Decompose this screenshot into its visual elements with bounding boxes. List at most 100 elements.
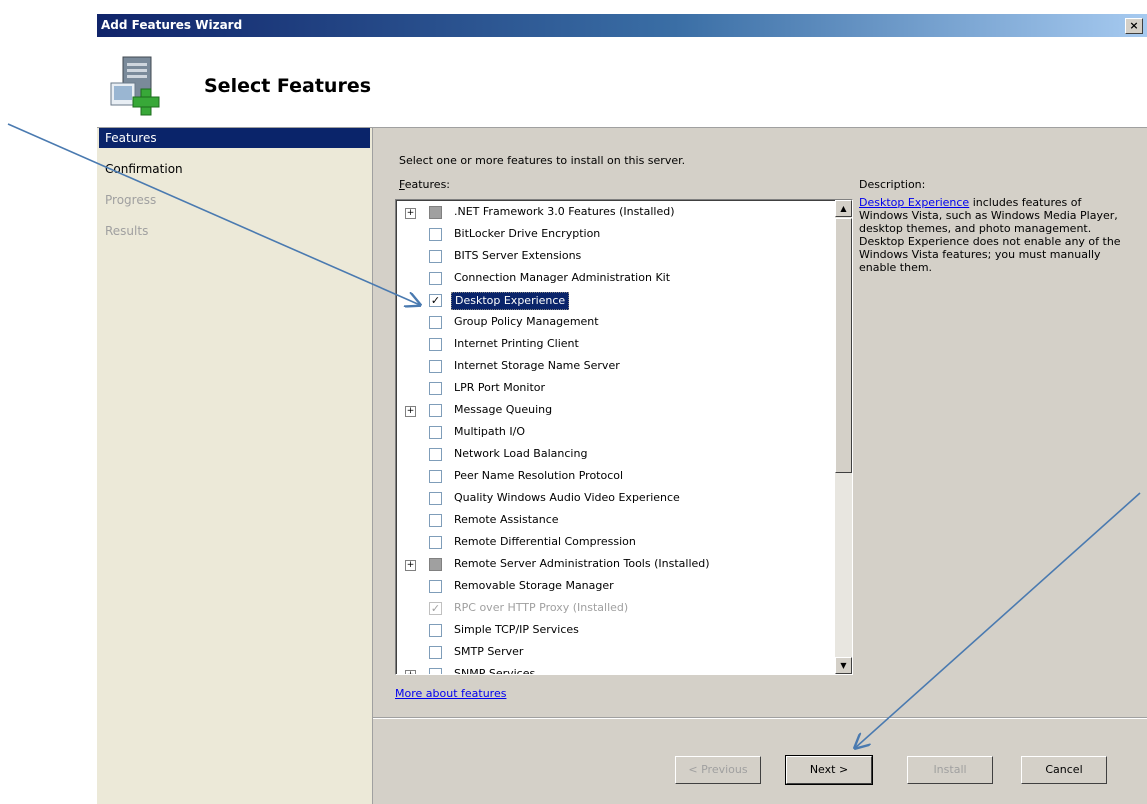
feature-label: BitLocker Drive Encryption	[454, 227, 601, 240]
feature-label: RPC over HTTP Proxy (Installed)	[454, 601, 629, 614]
title-bar: Add Features Wizard ×	[97, 14, 1147, 37]
server-add-icon	[110, 56, 160, 116]
feature-row[interactable]: Quality Windows Audio Video Experience	[396, 489, 836, 511]
feature-checkbox[interactable]: ✓	[429, 602, 442, 615]
feature-label: Desktop Experience	[451, 292, 570, 310]
feature-label: Remote Server Administration Tools (Inst…	[454, 557, 710, 570]
page-title: Select Features	[204, 75, 372, 97]
feature-row[interactable]: LPR Port Monitor	[396, 379, 836, 401]
feature-checkbox[interactable]: ✓	[429, 294, 442, 307]
description-text: Desktop Experience includes features of …	[859, 196, 1129, 274]
feature-label: SMTP Server	[454, 645, 524, 658]
feature-checkbox[interactable]	[429, 536, 442, 549]
feature-checkbox[interactable]	[429, 316, 442, 329]
feature-row[interactable]: Group Policy Management	[396, 313, 836, 335]
feature-label: Network Load Balancing	[454, 447, 588, 460]
nav-item-results[interactable]: Results	[99, 221, 370, 241]
scroll-up-button[interactable]: ▲	[835, 200, 852, 217]
feature-row[interactable]: Multipath I/O	[396, 423, 836, 445]
feature-checkbox[interactable]	[429, 448, 442, 461]
next-button[interactable]: Next >	[785, 755, 873, 785]
feature-checkbox[interactable]	[429, 426, 442, 439]
nav-item-progress[interactable]: Progress	[99, 190, 370, 210]
expand-icon[interactable]: +	[405, 406, 416, 417]
scroll-down-button[interactable]: ▼	[835, 657, 852, 674]
feature-row[interactable]: ✓ Desktop Experience	[396, 291, 836, 313]
expand-icon[interactable]: +	[405, 560, 416, 571]
feature-checkbox[interactable]	[429, 558, 442, 571]
feature-checkbox[interactable]	[429, 580, 442, 593]
features-scrollbar[interactable]: ▲ ▼	[835, 200, 852, 674]
feature-checkbox[interactable]	[429, 404, 442, 417]
feature-label: Internet Printing Client	[454, 337, 579, 350]
features-label-rest: eatures:	[404, 178, 451, 191]
feature-row[interactable]: Connection Manager Administration Kit	[396, 269, 836, 291]
content-pane: Select one or more features to install o…	[373, 128, 1147, 804]
feature-row[interactable]: BITS Server Extensions	[396, 247, 836, 269]
feature-label: LPR Port Monitor	[454, 381, 546, 394]
feature-checkbox[interactable]	[429, 492, 442, 505]
close-button[interactable]: ×	[1125, 18, 1143, 34]
feature-row[interactable]: + Message Queuing	[396, 401, 836, 423]
more-about-features-link[interactable]: More about features	[395, 687, 506, 700]
feature-checkbox[interactable]	[429, 272, 442, 285]
feature-label: Quality Windows Audio Video Experience	[454, 491, 680, 504]
feature-row[interactable]: Peer Name Resolution Protocol	[396, 467, 836, 489]
previous-button[interactable]: < Previous	[675, 756, 761, 784]
feature-row[interactable]: + SNMP Services	[396, 665, 836, 675]
wizard-window: Add Features Wizard × Select Features Fe…	[97, 14, 1147, 804]
feature-checkbox[interactable]	[429, 250, 442, 263]
feature-label: SNMP Services	[454, 667, 536, 675]
nav-item-confirmation[interactable]: Confirmation	[99, 159, 370, 179]
description-label: Description:	[859, 178, 926, 191]
feature-row[interactable]: Remote Assistance	[396, 511, 836, 533]
window-title: Add Features Wizard	[101, 18, 243, 32]
feature-row[interactable]: Internet Storage Name Server	[396, 357, 836, 379]
feature-checkbox[interactable]	[429, 338, 442, 351]
feature-row[interactable]: + Remote Server Administration Tools (Ins…	[396, 555, 836, 577]
feature-row[interactable]: ✓ RPC over HTTP Proxy (Installed)	[396, 599, 836, 621]
feature-checkbox[interactable]	[429, 206, 442, 219]
wizard-header: Select Features	[97, 37, 1147, 128]
feature-checkbox[interactable]	[429, 668, 442, 674]
feature-checkbox[interactable]	[429, 514, 442, 527]
feature-label: Peer Name Resolution Protocol	[454, 469, 624, 482]
feature-row[interactable]: Internet Printing Client	[396, 335, 836, 357]
features-label: Features:	[399, 178, 450, 191]
feature-label: Message Queuing	[454, 403, 553, 416]
feature-row[interactable]: Remote Differential Compression	[396, 533, 836, 555]
feature-label: Simple TCP/IP Services	[454, 623, 579, 636]
feature-checkbox[interactable]	[429, 646, 442, 659]
feature-label: Multipath I/O	[454, 425, 526, 438]
feature-row[interactable]: + .NET Framework 3.0 Features (Installed)	[396, 203, 836, 225]
expand-icon[interactable]: +	[405, 670, 416, 674]
feature-row[interactable]: Network Load Balancing	[396, 445, 836, 467]
feature-label: Remote Assistance	[454, 513, 559, 526]
feature-checkbox[interactable]	[429, 624, 442, 637]
feature-checkbox[interactable]	[429, 382, 442, 395]
scroll-thumb[interactable]	[835, 218, 852, 473]
feature-label: .NET Framework 3.0 Features (Installed)	[454, 205, 675, 218]
feature-row[interactable]: Simple TCP/IP Services	[396, 621, 836, 643]
cancel-button[interactable]: Cancel	[1021, 756, 1107, 784]
wizard-nav: Features Confirmation Progress Results	[97, 128, 373, 804]
desktop-experience-link[interactable]: Desktop Experience	[859, 196, 969, 209]
feature-label: BITS Server Extensions	[454, 249, 582, 262]
feature-row[interactable]: BitLocker Drive Encryption	[396, 225, 836, 247]
button-separator	[373, 717, 1147, 719]
feature-label: Removable Storage Manager	[454, 579, 614, 592]
feature-label: Internet Storage Name Server	[454, 359, 620, 372]
features-list[interactable]: + SNMP Services SMTP Server Simple TCP/IP S…	[395, 199, 853, 675]
install-button[interactable]: Install	[907, 756, 993, 784]
feature-row[interactable]: SMTP Server	[396, 643, 836, 665]
feature-checkbox[interactable]	[429, 228, 442, 241]
expand-icon[interactable]: +	[405, 208, 416, 219]
feature-checkbox[interactable]	[429, 470, 442, 483]
feature-label: Connection Manager Administration Kit	[454, 271, 671, 284]
feature-label: Remote Differential Compression	[454, 535, 636, 548]
feature-checkbox[interactable]	[429, 360, 442, 373]
feature-row[interactable]: Removable Storage Manager	[396, 577, 836, 599]
instruction-text: Select one or more features to install o…	[399, 154, 686, 167]
feature-label: Group Policy Management	[454, 315, 599, 328]
nav-item-features[interactable]: Features	[99, 128, 370, 148]
